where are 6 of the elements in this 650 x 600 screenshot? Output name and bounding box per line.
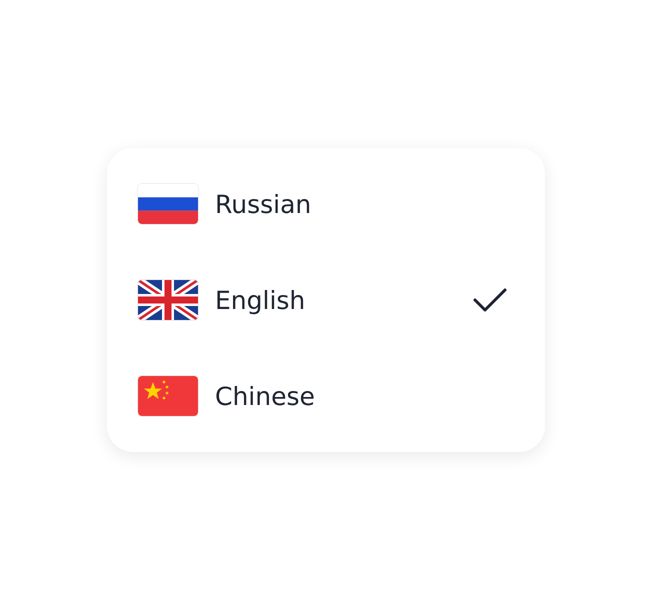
flag-icon (138, 280, 198, 320)
language-option[interactable]: English (107, 252, 545, 348)
check-icon (473, 288, 507, 312)
language-option[interactable]: Russian (107, 156, 545, 252)
flag-icon (138, 376, 198, 416)
language-option[interactable]: Chinese (107, 348, 545, 444)
